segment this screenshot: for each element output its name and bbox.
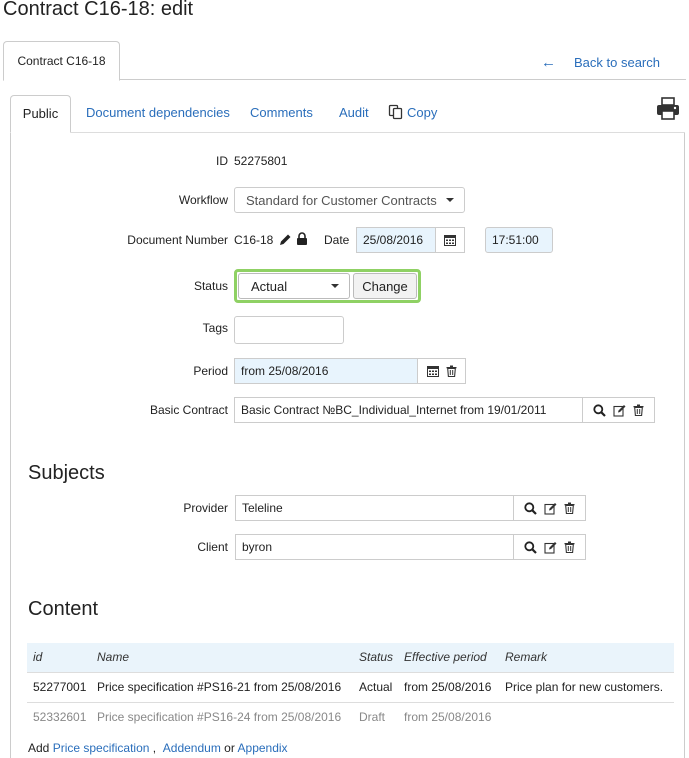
tags-label: Tags: [202, 321, 228, 335]
edit-icon[interactable]: [544, 541, 557, 554]
workflow-label: Workflow: [178, 193, 228, 207]
search-icon[interactable]: [593, 403, 606, 417]
cell-effective-period: from 25/08/2016: [404, 680, 492, 694]
cell-id: 52277001: [33, 680, 87, 694]
back-to-search-link[interactable]: ← Back to search: [541, 54, 660, 71]
provider-label: Provider: [183, 501, 228, 515]
table-row[interactable]: 52332601 Price specification #PS16-24 fr…: [27, 703, 674, 732]
copy-button[interactable]: Copy: [388, 104, 437, 120]
tab-comments[interactable]: Comments: [250, 105, 313, 120]
period-actions: [417, 358, 466, 384]
tab-contract[interactable]: Contract C16-18: [3, 41, 120, 81]
status-value: Actual: [251, 278, 288, 294]
back-to-search-label: Back to search: [574, 55, 660, 70]
workflow-value: Standard for Customer Contracts: [246, 192, 437, 208]
lock-icon: [296, 232, 308, 245]
trash-icon[interactable]: [633, 404, 644, 416]
document-number-value: C16-18: [234, 233, 274, 247]
search-icon[interactable]: [524, 540, 537, 554]
column-header-status: Status: [359, 650, 394, 664]
change-status-button[interactable]: Change: [353, 273, 417, 299]
add-price-specification-link[interactable]: Price specification: [53, 741, 150, 755]
copy-label: Copy: [407, 104, 438, 120]
print-icon[interactable]: [655, 97, 681, 121]
client-input[interactable]: byron: [235, 534, 514, 560]
provider-input[interactable]: Teleline: [235, 495, 514, 521]
basic-contract-actions: [582, 397, 655, 423]
document-number-label: Document Number: [127, 233, 228, 247]
chevron-down-icon: [331, 284, 339, 288]
tab-document-dependencies[interactable]: Document dependencies: [86, 105, 230, 120]
cell-remark: Price plan for new customers.: [505, 680, 664, 694]
trash-icon[interactable]: [564, 541, 575, 553]
trash-icon[interactable]: [446, 365, 457, 377]
trash-icon[interactable]: [564, 502, 575, 514]
basic-contract-label: Basic Contract: [149, 403, 228, 417]
content-heading: Content: [28, 598, 99, 620]
cell-name: Price specification #PS16-21 from 25/08/…: [97, 680, 342, 694]
column-header-effective-period: Effective period: [404, 650, 487, 664]
period-input[interactable]: from 25/08/2016: [234, 358, 418, 384]
column-header-remark: Remark: [505, 650, 548, 664]
client-label: Client: [197, 540, 228, 554]
tab-audit[interactable]: Audit: [339, 105, 369, 120]
or-separator: or: [224, 741, 235, 755]
time-input[interactable]: 17:51:00: [485, 227, 553, 253]
column-header-name: Name: [97, 650, 130, 664]
subjects-heading: Subjects: [28, 462, 105, 484]
add-prefix: Add: [28, 741, 50, 755]
page-title: Contract C16-18: edit: [3, 0, 194, 20]
status-label: Status: [193, 279, 228, 293]
status-select[interactable]: Actual: [238, 273, 350, 299]
basic-contract-input[interactable]: Basic Contract №BC_Individual_Internet f…: [234, 397, 583, 423]
comma-separator: ,: [152, 741, 157, 755]
period-label: Period: [193, 364, 228, 378]
date-input[interactable]: 25/08/2016: [356, 227, 436, 253]
add-links: Add Price specification , Addendum or Ap…: [28, 741, 288, 755]
column-header-id: id: [33, 650, 43, 664]
tab-public[interactable]: Public: [10, 95, 71, 133]
workflow-select[interactable]: Standard for Customer Contracts: [234, 187, 465, 213]
client-actions: [513, 534, 586, 560]
cell-id: 52332601: [33, 710, 87, 724]
add-addendum-link[interactable]: Addendum: [163, 741, 221, 755]
cell-status: Draft: [359, 710, 386, 724]
calendar-icon: [444, 234, 456, 246]
add-appendix-link[interactable]: Appendix: [238, 741, 288, 755]
edit-icon[interactable]: [613, 404, 626, 417]
search-icon[interactable]: [524, 501, 537, 515]
cell-name: Price specification #PS16-24 from 25/08/…: [97, 710, 342, 724]
id-label: ID: [216, 154, 228, 168]
provider-actions: [513, 495, 586, 521]
table-row[interactable]: 52277001 Price specification #PS16-21 fr…: [27, 673, 674, 702]
id-value: 52275801: [234, 154, 288, 168]
date-label: Date: [324, 233, 350, 247]
calendar-icon[interactable]: [426, 365, 439, 377]
chevron-down-icon: [446, 198, 454, 202]
edit-icon[interactable]: [544, 502, 557, 515]
cell-effective-period: from 25/08/2016: [404, 710, 492, 724]
pencil-icon[interactable]: [279, 233, 292, 246]
tags-input[interactable]: [234, 316, 344, 344]
inner-tabs-divider: [10, 132, 685, 133]
back-arrow-icon: ←: [541, 54, 556, 71]
copy-icon: [388, 104, 404, 120]
cell-status: Actual: [359, 680, 393, 694]
date-calendar-button[interactable]: [435, 227, 465, 253]
